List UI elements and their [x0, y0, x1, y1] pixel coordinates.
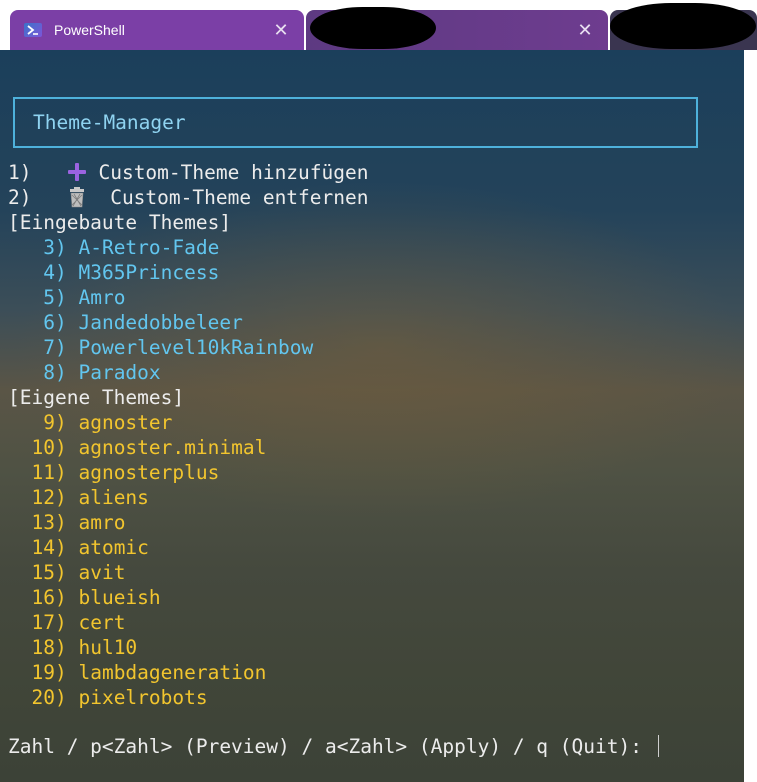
item-number: 9): [43, 411, 67, 434]
list-item: 8) Paradox: [8, 360, 161, 385]
menu-action-add: 1) Custom-Theme hinzufügen: [8, 160, 369, 185]
item-number: 19): [31, 661, 67, 684]
list-item: 14) atomic: [8, 535, 149, 560]
item-number: 12): [31, 486, 67, 509]
item-number: 16): [31, 586, 67, 609]
tab-title: PowerShell: [54, 22, 125, 38]
item-number: 1): [8, 161, 32, 184]
list-item: 18) hul10: [8, 635, 137, 660]
list-item: 4) M365Princess: [8, 260, 219, 285]
item-number: 7): [43, 336, 67, 359]
item-number: 18): [31, 636, 67, 659]
item-number: 5): [43, 286, 67, 309]
powershell-icon: [24, 23, 42, 37]
theme-name: cert: [78, 611, 126, 634]
theme-name: Jandedobbeleer: [78, 311, 243, 334]
item-number: 20): [31, 686, 67, 709]
redaction-mark: [310, 7, 436, 49]
list-item: 17) cert: [8, 610, 125, 635]
list-item: 9) agnoster: [8, 410, 172, 435]
list-item: 11) agnosterplus: [8, 460, 219, 485]
section-own-themes: [Eigene Themes]: [8, 386, 185, 409]
item-label: Custom-Theme entfernen: [110, 186, 369, 209]
theme-name: aliens: [78, 486, 149, 509]
item-number: 14): [31, 536, 67, 559]
item-number: 17): [31, 611, 67, 634]
item-number: 6): [43, 311, 67, 334]
list-item: 19) lambdageneration: [8, 660, 266, 685]
list-item: 20) pixelrobots: [8, 685, 208, 710]
list-item: 16) blueish: [8, 585, 161, 610]
theme-name: agnosterplus: [78, 461, 220, 484]
tab-powershell[interactable]: PowerShell ✕: [10, 10, 304, 50]
text-cursor: [657, 735, 659, 757]
theme-name: agnoster.minimal: [78, 436, 267, 459]
list-item: 7) Powerlevel10kRainbow: [8, 335, 313, 360]
item-number: 2): [8, 186, 32, 209]
item-number: 4): [43, 261, 67, 284]
item-number: 3): [43, 236, 67, 259]
command-prompt[interactable]: Zahl / p<Zahl> (Preview) / a<Zahl> (Appl…: [8, 734, 659, 759]
item-number: 10): [31, 436, 67, 459]
item-number: 15): [31, 561, 67, 584]
theme-name: pixelrobots: [78, 686, 208, 709]
menu-action-remove: 2) Custom-Theme entfernen: [8, 185, 368, 210]
tab-bar: PowerShell ✕ ✕: [0, 0, 757, 50]
list-item: 6) Jandedobbeleer: [8, 310, 243, 335]
theme-name: amro: [78, 511, 126, 534]
theme-name: Powerlevel10kRainbow: [78, 336, 314, 359]
list-item: 3) A-Retro-Fade: [8, 235, 219, 260]
list-item: 12) aliens: [8, 485, 149, 510]
list-item: 10) agnoster.minimal: [8, 435, 266, 460]
theme-name: Amro: [78, 286, 126, 309]
theme-name: lambdageneration: [78, 661, 267, 684]
list-item: 15) avit: [8, 560, 125, 585]
list-item: 13) amro: [8, 510, 125, 535]
theme-name: avit: [78, 561, 126, 584]
theme-manager-header: Theme-Manager: [13, 97, 698, 148]
page-title: Theme-Manager: [33, 111, 186, 134]
section-builtin-themes: [Eingebaute Themes]: [8, 211, 232, 234]
item-number: 8): [43, 361, 67, 384]
theme-name: agnoster: [78, 411, 173, 434]
theme-name: M365Princess: [78, 261, 220, 284]
close-icon[interactable]: ✕: [270, 20, 292, 41]
theme-name: A-Retro-Fade: [78, 236, 220, 259]
list-item: 5) Amro: [8, 285, 125, 310]
theme-name: hul10: [78, 636, 138, 659]
terminal-pane[interactable]: Theme-Manager 1) Custom-Theme hinzufügen…: [0, 50, 744, 782]
theme-name: blueish: [78, 586, 161, 609]
prompt-text: Zahl / p<Zahl> (Preview) / a<Zahl> (Appl…: [8, 735, 654, 758]
item-number: 11): [31, 461, 67, 484]
plus-icon: [67, 162, 87, 182]
item-number: 13): [31, 511, 67, 534]
redaction-mark: [610, 3, 756, 49]
theme-name: atomic: [78, 536, 149, 559]
trash-icon: [69, 187, 84, 208]
close-icon[interactable]: ✕: [574, 20, 596, 41]
theme-name: Paradox: [78, 361, 161, 384]
item-label: Custom-Theme hinzufügen: [98, 161, 369, 184]
